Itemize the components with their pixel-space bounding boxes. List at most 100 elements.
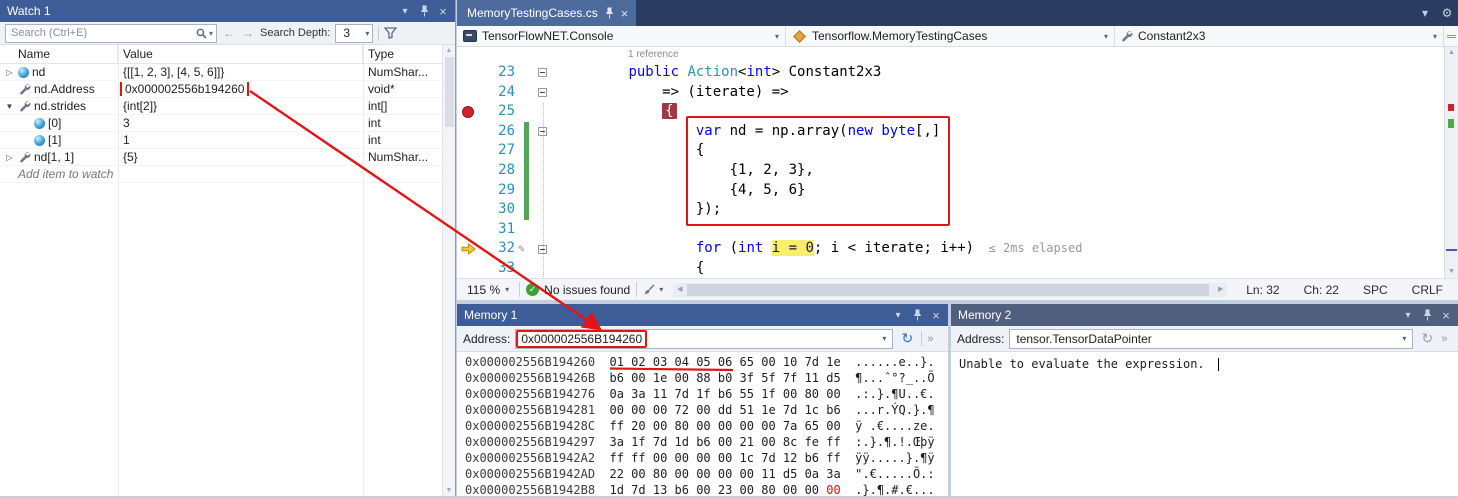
watch-row[interactable]: ▼nd.strides{int[2]}int[] xyxy=(0,98,455,115)
expander-collapsed-icon[interactable]: ▷ xyxy=(4,153,15,162)
text-cursor xyxy=(1218,358,1219,371)
address-input[interactable]: tensor.TensorDataPointer ▾ xyxy=(1009,329,1413,349)
code-line[interactable]: 28 {1, 2, 3}, xyxy=(457,161,1444,181)
scroll-down-icon[interactable]: ▼ xyxy=(1445,266,1458,278)
pin-icon[interactable] xyxy=(1419,307,1435,323)
chevron-down-icon[interactable]: ▾ xyxy=(878,334,890,343)
document-tab[interactable]: MemoryTestingCases.cs × xyxy=(457,0,636,26)
memory-row[interactable]: 0x000002556B1942A2 ff ff 00 00 00 00 1c … xyxy=(465,450,948,466)
watch-row[interactable]: ▷nd[1, 1]{5}NumShar... xyxy=(0,149,455,166)
toolbar-overflow-icon[interactable]: » xyxy=(1441,333,1447,345)
code-cleanup-icon[interactable]: ▾ xyxy=(643,284,663,296)
scroll-up-icon[interactable]: ▲ xyxy=(446,47,453,54)
chevron-down-icon: ▾ xyxy=(365,29,369,38)
search-forward-icon[interactable]: → xyxy=(241,26,255,40)
refresh-icon[interactable]: ↻ xyxy=(1418,330,1436,347)
address-value[interactable]: 0x000002556B194260 xyxy=(516,330,647,348)
chevron-down-icon[interactable]: ▾ xyxy=(1398,334,1410,343)
health-indicator[interactable]: ✓ No issues found xyxy=(526,283,630,297)
watch-scrollbar[interactable]: ▲ ▼ xyxy=(442,45,455,496)
status-line-ending: CRLF xyxy=(1412,283,1443,297)
column-header-value[interactable]: Value xyxy=(118,45,363,63)
scroll-right-icon[interactable]: ▶ xyxy=(1214,284,1227,296)
memory-row[interactable]: 0x000002556B194260 01 02 03 04 05 06 65 … xyxy=(465,354,948,370)
window-position-chevron-icon[interactable]: ▾ xyxy=(397,3,413,19)
close-icon[interactable]: × xyxy=(1438,307,1454,323)
toolbar-separator xyxy=(636,282,637,297)
outline-collapse-icon[interactable] xyxy=(533,83,551,103)
scroll-down-icon[interactable]: ▼ xyxy=(446,487,453,494)
watch-row[interactable]: [0]3int xyxy=(0,115,455,132)
filter-icon[interactable] xyxy=(384,27,397,39)
code-line[interactable]: 27 { xyxy=(457,141,1444,161)
code-line[interactable]: 26 var nd = np.array(new byte[,] xyxy=(457,122,1444,142)
editor-vertical-scrollbar[interactable]: ▲ ▼ xyxy=(1444,47,1458,278)
memory-row[interactable]: 0x000002556B19426B b6 00 1e 00 88 b0 3f … xyxy=(465,370,948,386)
code-line[interactable]: 23 public Action<int> Constant2x3 xyxy=(457,63,1444,83)
code-line[interactable]: 32✎ for (int i = 0; i < iterate; i++) ≤ … xyxy=(457,239,1444,259)
search-input[interactable] xyxy=(11,27,194,39)
close-icon[interactable]: × xyxy=(928,307,944,323)
memory-row[interactable]: 0x000002556B19428C ff 20 00 80 00 00 00 … xyxy=(465,418,948,434)
search-back-icon[interactable]: ← xyxy=(222,26,236,40)
close-icon[interactable]: × xyxy=(435,3,451,19)
outline-collapse-icon[interactable] xyxy=(533,63,551,83)
scroll-left-icon[interactable]: ◀ xyxy=(673,284,686,296)
watch-row[interactable]: ▷nd{[[1, 2, 3], [4, 5, 6]]}NumShar... xyxy=(0,64,455,81)
type-dropdown[interactable]: Tensorflow.MemoryTestingCases ▾ xyxy=(786,26,1115,46)
code-editor[interactable]: 1 reference 23 public Action<int> Consta… xyxy=(457,47,1444,278)
code-line[interactable]: 29 {4, 5, 6} xyxy=(457,181,1444,201)
address-input[interactable]: 0x000002556B194260 ▾ xyxy=(515,329,893,349)
expander-expanded-icon[interactable]: ▼ xyxy=(4,102,15,111)
active-files-chevron-icon[interactable]: ▾ xyxy=(1414,0,1436,26)
window-position-chevron-icon[interactable]: ▾ xyxy=(890,307,906,323)
close-icon[interactable]: × xyxy=(621,6,629,21)
scrollbar-thumb[interactable] xyxy=(445,57,454,127)
current-statement-arrow-icon[interactable] xyxy=(457,239,479,259)
refresh-icon[interactable]: ↻ xyxy=(898,330,916,347)
code-line[interactable]: 30 }); xyxy=(457,200,1444,220)
address-value[interactable]: tensor.TensorDataPointer xyxy=(1013,332,1151,346)
window-position-chevron-icon[interactable]: ▾ xyxy=(1400,307,1416,323)
memory-row[interactable]: 0x000002556B194281 00 00 00 72 00 dd 51 … xyxy=(465,402,948,418)
project-dropdown[interactable]: TensorFlowNET.Console ▾ xyxy=(457,26,786,46)
toolbar-overflow-icon[interactable]: » xyxy=(927,333,933,345)
codelens-references[interactable]: 1 reference xyxy=(457,47,1444,63)
scroll-up-icon[interactable]: ▲ xyxy=(1445,47,1458,59)
column-header-name[interactable]: Name xyxy=(0,45,118,63)
pin-icon[interactable] xyxy=(909,307,925,323)
outline-collapse-icon[interactable] xyxy=(533,239,551,259)
memory-bytes: 00 00 00 72 00 dd 51 1e 7d 1c b6 xyxy=(610,403,841,417)
memory-dump[interactable]: 0x000002556B194260 01 02 03 04 05 06 65 … xyxy=(457,352,948,498)
code-line[interactable]: 24 => (iterate) => xyxy=(457,83,1444,103)
editor-horizontal-scrollbar[interactable]: ◀ ▶ xyxy=(673,283,1227,297)
chevron-down-icon: ▾ xyxy=(1104,32,1108,41)
column-divider[interactable] xyxy=(118,45,119,496)
search-box[interactable]: ▾ xyxy=(5,24,217,43)
memory-row[interactable]: 0x000002556B194297 3a 1f 7d 1d b6 00 21 … xyxy=(465,434,948,450)
watch-row[interactable]: nd.Address0x000002556b194260void* xyxy=(0,81,455,98)
breakpoint-icon[interactable] xyxy=(457,102,479,122)
memory-row[interactable]: 0x000002556B1942AD 22 00 80 00 00 00 00 … xyxy=(465,466,948,482)
split-window-handle[interactable] xyxy=(1444,26,1458,46)
outline-collapse-icon[interactable] xyxy=(533,122,551,142)
code-line[interactable]: 25 { xyxy=(457,102,1444,122)
code-line[interactable]: 33 { xyxy=(457,259,1444,278)
search-options-chevron-icon[interactable]: ▾ xyxy=(209,29,213,38)
pin-icon[interactable] xyxy=(416,3,432,19)
expander-collapsed-icon[interactable]: ▷ xyxy=(4,68,15,77)
watch-row[interactable]: Add item to watch xyxy=(0,166,455,183)
pin-icon[interactable] xyxy=(605,7,614,19)
search-depth-select[interactable]: 3 ▾ xyxy=(335,24,373,43)
watch-row[interactable]: [1]1int xyxy=(0,132,455,149)
zoom-select[interactable]: 115 % ▾ xyxy=(463,283,513,297)
memory-row[interactable]: 0x000002556B194276 0a 3a 11 7d 1f b6 55 … xyxy=(465,386,948,402)
code-line[interactable]: 31 xyxy=(457,220,1444,240)
search-depth-value: 3 xyxy=(343,26,350,40)
member-dropdown[interactable]: Constant2x3 ▾ xyxy=(1115,26,1444,46)
column-divider[interactable] xyxy=(363,45,364,496)
memory-error-message[interactable]: Unable to evaluate the expression. xyxy=(951,352,1458,372)
scrollbar-thumb[interactable] xyxy=(687,284,1209,296)
field-sphere-icon xyxy=(34,135,45,146)
editor-options-gear-icon[interactable]: ⚙ xyxy=(1436,0,1458,26)
